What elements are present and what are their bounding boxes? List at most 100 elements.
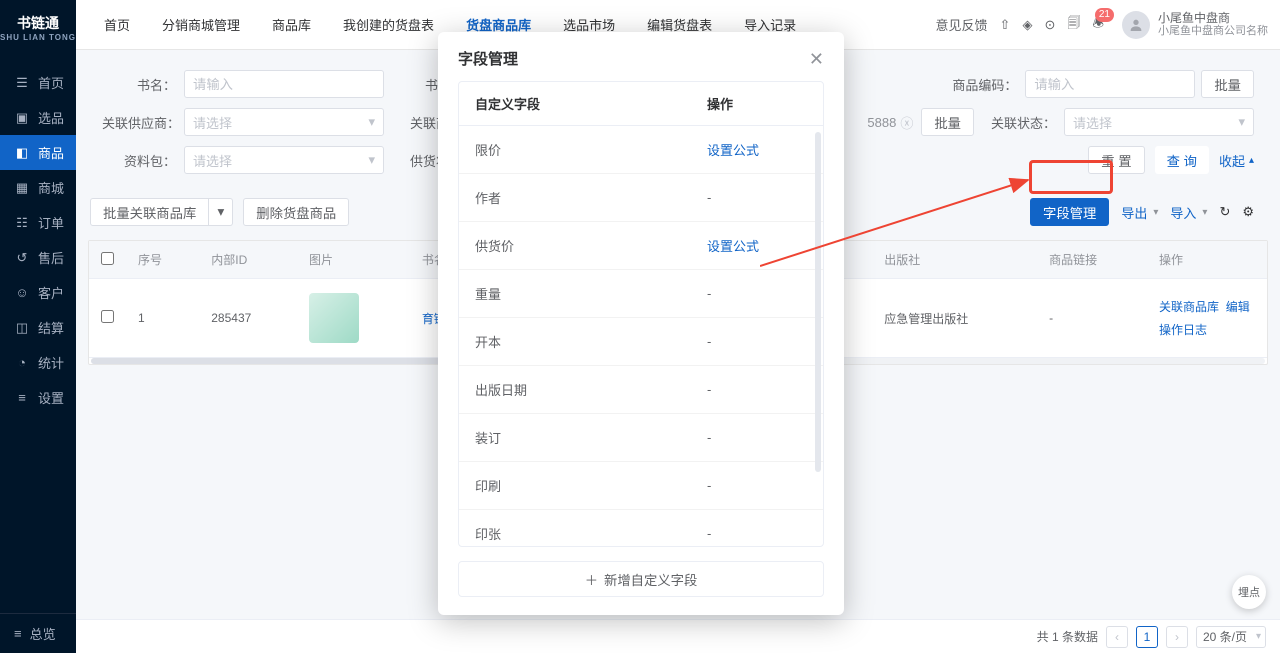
field-op-link[interactable]: 设置公式 [707,143,759,158]
btn-reset[interactable]: 重 置 [1088,146,1144,174]
btn-batch-assoc-caret[interactable]: ▾ [209,198,233,226]
sidebar-item-label: 首页 [38,73,64,92]
brand-logo: 书链通 SHU LIAN TONG [0,0,76,50]
notification-icon[interactable]: 🕭21 [1092,14,1104,36]
sidebar-item-customer[interactable]: ☺客户 [0,275,76,310]
btn-add-field[interactable]: ＋ 新增自定义字段 [458,561,824,597]
sidebar-item-label: 商品 [38,143,64,162]
mall-icon: ▦ [14,180,30,196]
col-inner-id: 内部ID [199,241,297,279]
sidebar-item-label: 订单 [38,213,64,232]
select-pack[interactable]: 请选择▾ [184,146,384,174]
input-prod-code[interactable] [1025,70,1195,98]
field-op-text: - [707,526,807,541]
sidebar-overview-label: 总览 [30,624,56,643]
btn-query[interactable]: 查 询 [1155,146,1209,174]
topnav-stock[interactable]: 商品库 [256,0,327,49]
sidebar-item-select[interactable]: ▣选品 [0,100,76,135]
btn-batch-assoc[interactable]: 批量关联商品库 ▾ [90,198,233,226]
order-icon: ☷ [14,215,30,231]
settings-icon: ≡ [14,390,30,406]
paginator-prev[interactable]: ‹ [1106,626,1128,648]
sidebar-item-stats[interactable]: ◔统计 [0,345,76,380]
field-op-link[interactable]: 设置公式 [707,239,759,254]
sidebar: 书链通 SHU LIAN TONG ☰首页 ▣选品 ◧商品 ▦ 商城 ☷ 订单 ↺售… [0,0,76,653]
field-row: 装订- [459,414,823,462]
col-seq: 序号 [126,241,199,279]
checkbox-row[interactable] [101,310,114,323]
user-menu[interactable]: 小尾鱼中盘商 小尾鱼中盘商公司名称 [1122,11,1268,39]
btn-batch-assoc-main[interactable]: 批量关联商品库 [90,198,209,226]
btn-field-manager[interactable]: 字段管理 [1030,198,1109,226]
select-pack-placeholder: 请选择 [193,151,232,170]
customer-icon: ☺ [14,285,30,301]
sidebar-item-home[interactable]: ☰首页 [0,65,76,100]
select-supplier[interactable]: 请选择▾ [184,108,384,136]
col-ops: 操作 [1147,241,1267,279]
btn-bulk-2[interactable]: 批量 [921,108,974,136]
field-scroll[interactable]: 限价设置公式 作者- 供货价设置公式 重量- 开本- 出版日期- 装订- 印刷-… [459,126,823,546]
field-name: 限价 [475,140,707,159]
field-row: 重量- [459,270,823,318]
topnav-home[interactable]: 首页 [88,0,146,49]
op-edit[interactable]: 编辑 [1226,300,1250,314]
field-op-text: - [707,190,807,205]
field-row: 作者- [459,174,823,222]
field-name: 供货价 [475,236,707,255]
upload-icon[interactable]: ⇧ [1000,17,1011,33]
select-assoc-status[interactable]: 请选择▾ [1064,108,1254,136]
brand-subtitle: SHU LIAN TONG [0,33,76,42]
notification-badge: 21 [1095,8,1114,22]
topnav-dist[interactable]: 分销商城管理 [146,0,256,49]
modal-close-icon[interactable]: ✕ [809,50,824,68]
field-row: 出版日期- [459,366,823,414]
collapse-toggle[interactable]: 收起 [1219,151,1254,170]
checkbox-all[interactable] [101,252,114,265]
sidebar-item-settlement[interactable]: ◫ 结算 [0,310,76,345]
feedback-link[interactable]: 意见反馈 [936,15,988,34]
input-book-name[interactable] [184,70,384,98]
diamond-icon[interactable]: ◈ [1022,17,1032,33]
paginator-page-1[interactable]: 1 [1136,626,1158,648]
link-export[interactable]: 导出 [1121,203,1158,222]
link-import[interactable]: 导入 [1170,203,1207,222]
clear-icon[interactable]: ⓧ [900,113,913,132]
sidebar-item-mall[interactable]: ▦ 商城 [0,170,76,205]
btn-add-field-label: 新增自定义字段 [604,570,697,589]
field-op-text: - [707,382,807,397]
paginator-next[interactable]: › [1166,626,1188,648]
field-op-text: - [707,286,807,301]
sidebar-item-product[interactable]: ◧商品 [0,135,76,170]
sidebar-item-label: 商城 [38,178,64,197]
modal-scrollbar[interactable] [815,132,821,472]
op-assoc[interactable]: 关联商品库 [1159,300,1219,314]
field-col-op: 操作 [707,94,807,113]
field-op-text: - [707,430,807,445]
btn-bulk-1[interactable]: 批量 [1201,70,1254,98]
sidebar-item-order[interactable]: ☷ 订单 [0,205,76,240]
doc-icon[interactable]: 🗐 [1067,14,1080,36]
note-pill[interactable]: 埋点 [1232,575,1266,609]
avatar [1122,11,1150,39]
sidebar-item-aftersale[interactable]: ↺售后 [0,240,76,275]
paginator: 共 1 条数据 ‹ 1 › 20 条/页 [76,619,1280,653]
settlement-icon: ◫ [14,320,30,336]
field-name: 重量 [475,284,707,303]
sidebar-overview[interactable]: ≡ 总览 [0,613,76,653]
topnav-my-lists[interactable]: 我创建的货盘表 [327,0,450,49]
cell-publisher: 应急管理出版社 [872,279,1037,358]
headset-icon[interactable]: ⊙ [1044,17,1055,33]
refresh-icon[interactable]: ↻ [1219,204,1230,220]
cell-inner-id: 285437 [199,279,297,358]
label-pack: 资料包： [102,151,176,170]
gear-icon[interactable]: ⚙ [1242,204,1254,220]
paginator-size[interactable]: 20 条/页 [1196,626,1266,648]
sidebar-item-settings[interactable]: ≡设置 [0,380,76,415]
sidebar-item-label: 统计 [38,353,64,372]
field-name: 出版日期 [475,380,707,399]
topbar-right: 意见反馈 ⇧ ◈ ⊙ 🗐 🕭21 小尾鱼中盘商 小尾鱼中盘商公司名称 [936,11,1268,39]
op-log[interactable]: 操作日志 [1159,323,1207,337]
btn-del-items[interactable]: 删除货盘商品 [243,198,349,226]
sidebar-item-label: 结算 [38,318,64,337]
field-manager-modal: 字段管理 ✕ 自定义字段 操作 限价设置公式 作者- 供货价设置公式 重量- 开… [438,32,844,615]
